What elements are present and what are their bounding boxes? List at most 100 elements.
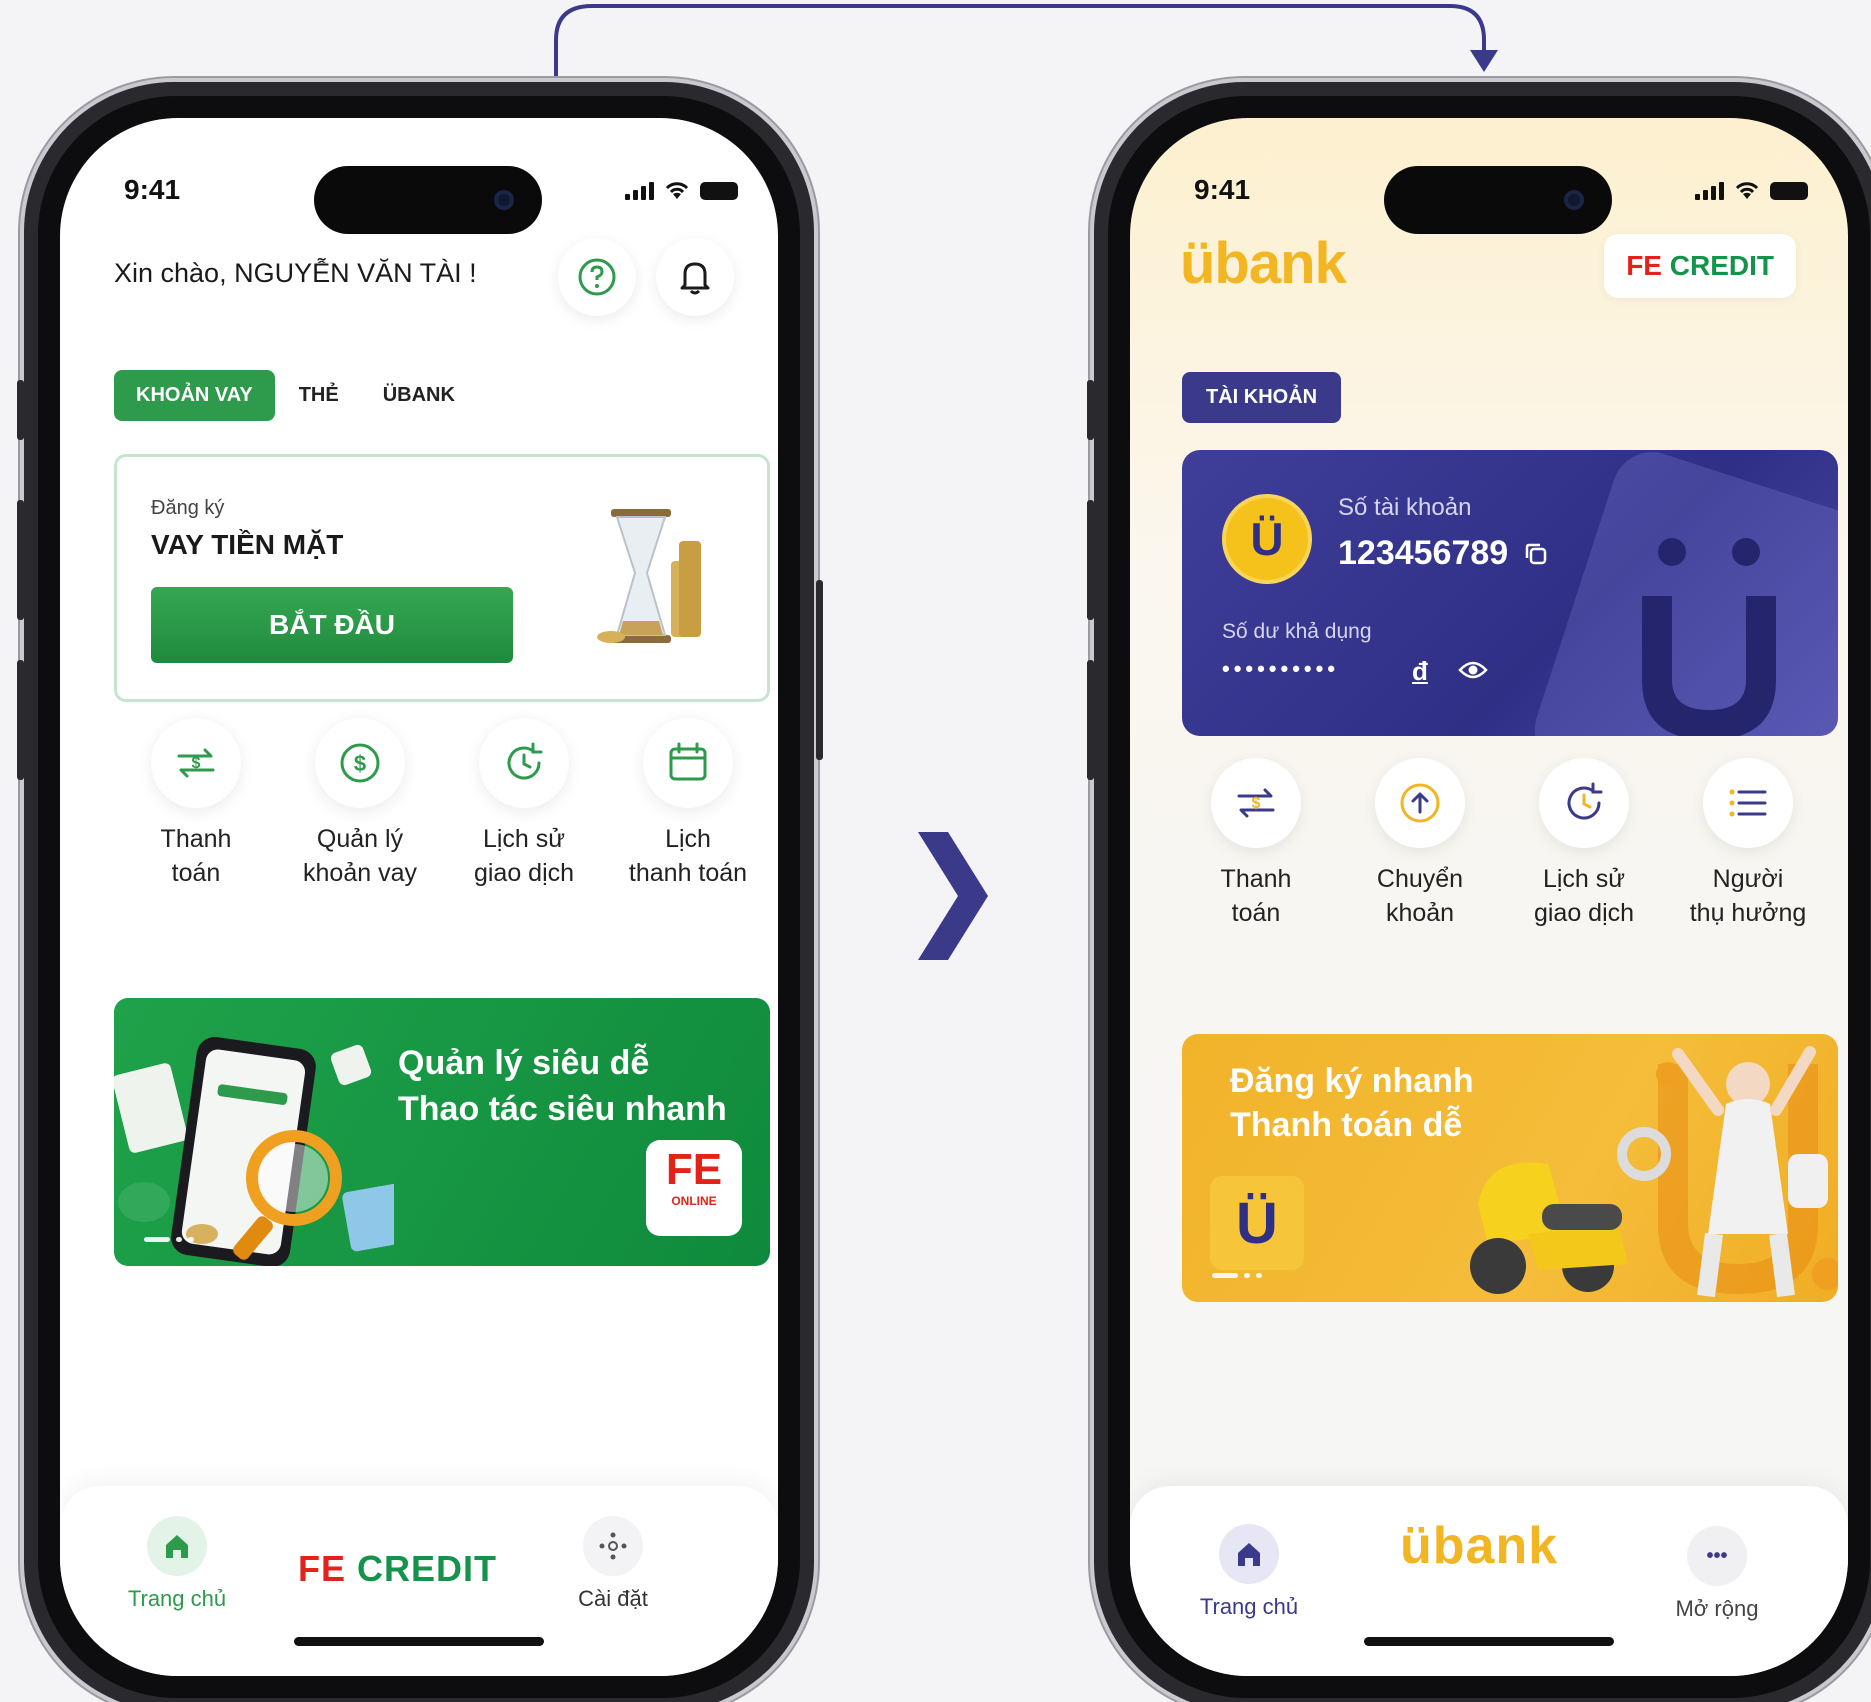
battery-icon xyxy=(1770,182,1808,200)
u-mascot-icon xyxy=(1642,538,1776,736)
tab-cards[interactable]: THẺ xyxy=(299,384,339,407)
action-label-line1: Thanh xyxy=(160,825,232,853)
carousel-indicator xyxy=(144,1237,194,1242)
account-number-label: Số tài khoản xyxy=(1338,494,1472,521)
action-label-line1: Chuyển xyxy=(1376,865,1464,893)
dynamic-island xyxy=(1384,166,1612,234)
phone-fe-credit: 9:41 Xin chào, NGUYỄN VĂN TÀI ! KHOẢN VA… xyxy=(24,82,814,1702)
status-time: 9:41 xyxy=(1194,174,1251,205)
hourglass-coins-illustration xyxy=(597,509,701,643)
nav-home[interactable]: Trang chủ xyxy=(112,1516,242,1612)
action-label-line2: khoản xyxy=(1385,899,1455,927)
copy-icon[interactable] xyxy=(1522,540,1550,568)
fe-online-logo: FE ONLINE xyxy=(646,1140,742,1236)
fe-credit-partner-badge: FE CREDIT xyxy=(1604,234,1796,298)
nav-more-label: Mở rộng xyxy=(1675,1596,1759,1621)
action-label-line2: khoản vay xyxy=(303,859,417,887)
action-transaction-history[interactable]: Lịch sử giao dịch xyxy=(1502,758,1666,930)
promo-line2: Thanh toán dễ xyxy=(1230,1106,1463,1144)
help-icon xyxy=(578,258,616,296)
list-icon xyxy=(1729,789,1767,817)
promo-line1: Quản lý siêu dễ xyxy=(398,1044,650,1082)
fe-online-logo-fe: FE xyxy=(665,1145,723,1194)
nav-home[interactable]: Trang chủ xyxy=(1184,1524,1314,1620)
cash-loan-card: Đăng ký VAY TIỀN MẶT BẮT ĐẦU xyxy=(114,454,770,702)
action-beneficiaries[interactable]: Người thụ hưởng xyxy=(1666,758,1830,930)
woman-scooter-illustration xyxy=(1470,1046,1838,1298)
history-clock-icon xyxy=(507,742,543,780)
action-label-line2: toán xyxy=(1231,899,1281,927)
action-label-line1: Thanh xyxy=(1220,865,1292,893)
account-card: Ü Số tài khoản 123456789 Số dư khả dụng … xyxy=(1182,450,1838,736)
start-button[interactable]: BẮT ĐẦU xyxy=(151,587,513,663)
exchange-dollar-icon: $ xyxy=(1237,788,1275,818)
action-transaction-history[interactable]: Lịch sử giao dịch xyxy=(442,718,606,890)
home-icon xyxy=(166,1535,188,1558)
nav-home-label: Trang chủ xyxy=(1199,1594,1299,1619)
more-icon: ••• xyxy=(1687,1526,1747,1586)
dollar-circle-icon: $ xyxy=(340,743,380,783)
wifi-icon xyxy=(1735,182,1759,199)
home-indicator xyxy=(294,1637,544,1646)
calendar-icon xyxy=(669,742,707,781)
nav-more[interactable]: ••• Mở rộng xyxy=(1652,1526,1782,1622)
history-clock-icon xyxy=(1567,782,1603,820)
action-label-line2: giao dịch xyxy=(473,859,575,887)
product-tabs: KHOẢN VAY THẺ ÜBANK xyxy=(114,370,455,421)
ubank-promo-banner[interactable]: Đăng ký nhanh Thanh toán dễ Ü xyxy=(1182,1034,1838,1302)
dynamic-island xyxy=(314,166,542,234)
quick-actions: $ Thanh toán $ Quản lý khoản vay Lịch sử gi… xyxy=(114,718,770,890)
available-balance-label: Số dư khả dụng xyxy=(1222,620,1372,643)
action-label-line1: Lịch sử xyxy=(482,825,566,853)
battery-icon xyxy=(700,182,738,200)
quick-actions: $ Thanh toán Chuyển khoản Lịch sử giao dịch… xyxy=(1174,758,1830,930)
tab-account[interactable]: TÀI KHOẢN xyxy=(1182,372,1342,423)
bottom-navigation: Trang chủ übank ••• Mở rộng xyxy=(1130,1486,1848,1676)
fe-credit-home-screen: 9:41 Xin chào, NGUYỄN VĂN TÀI ! KHOẢN VA… xyxy=(60,118,778,1676)
help-button[interactable] xyxy=(558,238,636,316)
tab-ubank[interactable]: ÜBANK xyxy=(383,384,455,407)
action-label-line1: Quản lý xyxy=(316,825,404,853)
status-bar: 9:41 xyxy=(60,166,778,234)
ubank-brand-logo: übank xyxy=(1400,1517,1559,1575)
fe-online-promo-banner[interactable]: Quản lý siêu dễ Thao tác siêu nhanh FE O… xyxy=(114,998,770,1266)
ubank-home-screen: 9:41 übank FE CREDIT TÀI KHOẢN Ü Số tài … xyxy=(1130,118,1848,1676)
next-arrow-icon xyxy=(918,832,988,960)
action-label-line1: Lịch xyxy=(665,825,711,853)
carousel-indicator xyxy=(1212,1273,1262,1278)
account-number: 123456789 xyxy=(1338,534,1509,572)
home-indicator xyxy=(1364,1637,1614,1646)
action-payment-schedule[interactable]: Lịch thanh toán xyxy=(606,718,770,890)
svg-text:$: $ xyxy=(354,751,366,776)
action-payment[interactable]: $ Thanh toán xyxy=(1174,758,1338,930)
promo-line1: Đăng ký nhanh xyxy=(1230,1062,1474,1100)
bottom-navigation: Trang chủ FE CREDIT Cài đặt xyxy=(60,1486,778,1676)
bell-icon xyxy=(680,262,710,295)
ubank-logo: übank xyxy=(1180,231,1347,296)
svg-text:$: $ xyxy=(1252,795,1261,812)
partner-badge-fe: FE xyxy=(1626,250,1662,281)
wifi-icon xyxy=(665,182,689,199)
svg-text:$: $ xyxy=(192,755,201,772)
nav-settings[interactable]: Cài đặt xyxy=(548,1516,678,1612)
signal-icon xyxy=(1695,182,1724,200)
action-payment[interactable]: $ Thanh toán xyxy=(114,718,278,890)
currency-symbol: đ xyxy=(1412,656,1428,686)
promo-line2: Thao tác siêu nhanh xyxy=(398,1090,727,1128)
action-transfer[interactable]: Chuyển khoản xyxy=(1338,758,1502,930)
action-manage-loan[interactable]: $ Quản lý khoản vay xyxy=(278,718,442,890)
phone-ubank: 9:41 übank FE CREDIT TÀI KHOẢN Ü Số tài … xyxy=(1094,82,1871,1702)
eye-icon[interactable] xyxy=(1458,658,1488,682)
tab-loans[interactable]: KHOẢN VAY xyxy=(114,370,275,421)
action-label-line2: thanh toán xyxy=(628,859,748,887)
fe-credit-logo-credit: CREDIT xyxy=(357,1548,498,1589)
phone-magnifier-illustration xyxy=(114,1037,394,1266)
status-time: 9:41 xyxy=(124,174,181,205)
action-label-line2: thụ hưởng xyxy=(1689,899,1807,927)
fe-credit-logo-fe: FE xyxy=(298,1548,347,1589)
notification-button[interactable] xyxy=(656,238,734,316)
ubank-badge: Ü xyxy=(1210,1176,1304,1270)
action-label-line2: giao dịch xyxy=(1533,899,1635,927)
nav-home-label: Trang chủ xyxy=(127,1586,227,1611)
home-icon xyxy=(1238,1543,1260,1566)
